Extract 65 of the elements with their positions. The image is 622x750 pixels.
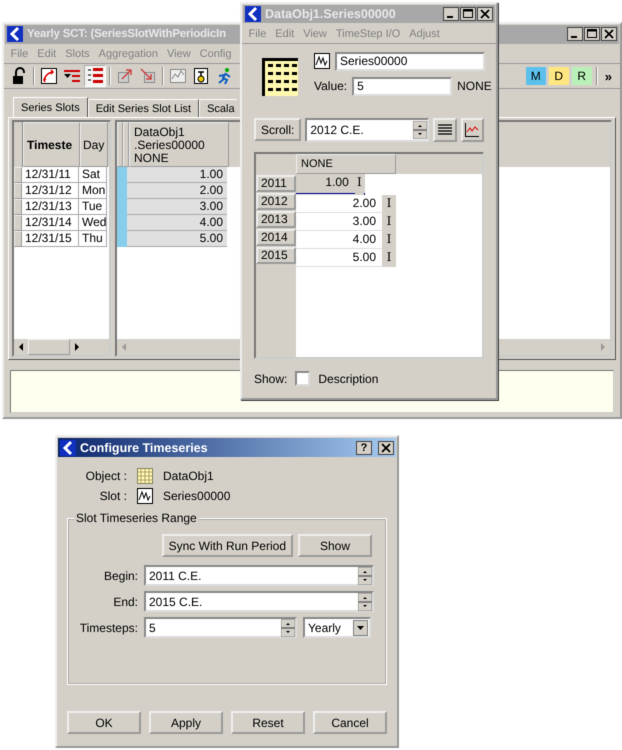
toolbar-badge-button[interactable]: D (548, 67, 569, 86)
table-cell: Mon (79, 183, 107, 200)
dialog-button[interactable]: Reset (231, 711, 305, 734)
table-cell: 5.00 (127, 231, 227, 248)
dialog-button[interactable]: Apply (149, 711, 223, 734)
slot-name-field[interactable]: Series00000 (335, 52, 485, 71)
slot-label: Slot : (98, 489, 127, 503)
table-cell: Wed (79, 215, 107, 232)
window-title: Yearly SCT: (SeriesSlotWithPeriodicIn (27, 28, 226, 40)
window-title: DataObj1.Series00000 (265, 7, 396, 22)
flag-cell: I (382, 248, 396, 267)
toolbar-badge-button[interactable]: M (526, 67, 546, 86)
overflow-button[interactable]: » (600, 68, 616, 84)
end-label: End: (112, 594, 138, 608)
flag-cell: I (382, 230, 396, 249)
show-label: Show: (254, 372, 288, 386)
begin-label: Begin: (102, 568, 138, 582)
group-title: Slot Timeseries Range (74, 511, 199, 525)
table-cell: 12/31/12 (22, 183, 79, 200)
column-header[interactable]: Day (80, 122, 108, 168)
flag-cell: I (382, 212, 396, 231)
slot-name: Series00000 (163, 489, 232, 503)
tab[interactable]: Series Slots (13, 97, 88, 118)
table-cell: 2.00 (127, 183, 227, 200)
tab[interactable]: Edit Series Slot List (88, 99, 200, 118)
value-field[interactable]: 5 (352, 76, 452, 96)
table-cell: 3.00 (127, 199, 227, 216)
scroll-date-field[interactable]: 2012 C.E. (305, 118, 430, 142)
show-button[interactable]: Show (298, 534, 372, 557)
flag-cell: I (382, 194, 396, 213)
interval-dropdown[interactable]: Yearly (303, 617, 371, 638)
checkbox-label: Description (318, 372, 378, 386)
toolbar-badge-button[interactable]: R (572, 67, 592, 86)
dialog-button[interactable]: OK (67, 711, 141, 734)
end-field[interactable]: 2015 C.E. (144, 591, 374, 612)
column-header[interactable]: DataObj1 .Series00000 NONE (129, 122, 229, 168)
sync-button[interactable]: Sync With Run Period (162, 534, 293, 557)
row-header[interactable]: 2012 (256, 192, 296, 210)
table-cell: Thu (79, 231, 107, 248)
table-cell: 12/31/11 (22, 167, 79, 184)
timesteps-field[interactable]: 5 (144, 617, 297, 638)
table-cell: 12/31/14 (22, 215, 79, 232)
row-header[interactable]: 2013 (256, 210, 296, 228)
table-cell: 12/31/15 (22, 231, 79, 248)
object-label: Object : (84, 469, 127, 483)
window-title: Configure Timeseries (80, 440, 208, 454)
row-header[interactable]: 2015 (256, 246, 296, 264)
table-cell: 12/31/13 (22, 199, 79, 216)
column-header[interactable]: NONE (296, 154, 396, 174)
object-name: DataObj1 (163, 469, 215, 483)
unit-label: NONE (457, 79, 492, 94)
value-label: Value: (314, 79, 348, 94)
column-header[interactable]: Timeste (23, 122, 80, 168)
table-cell: 4.00 (127, 215, 227, 232)
table-cell: Sat (79, 167, 107, 184)
tab[interactable]: Scala (199, 99, 237, 118)
timesteps-label: Timesteps: (78, 620, 138, 634)
table-cell: 1.00 (127, 167, 227, 184)
row-header[interactable]: 2011 (256, 174, 296, 192)
begin-field[interactable]: 2011 C.E. (144, 565, 374, 586)
row-header[interactable]: 2014 (256, 228, 296, 246)
help-button[interactable]: ? (356, 440, 372, 454)
dialog-button[interactable]: Cancel (313, 711, 387, 734)
scroll-button[interactable]: Scroll: (254, 118, 302, 142)
table-cell: Tue (79, 199, 107, 216)
